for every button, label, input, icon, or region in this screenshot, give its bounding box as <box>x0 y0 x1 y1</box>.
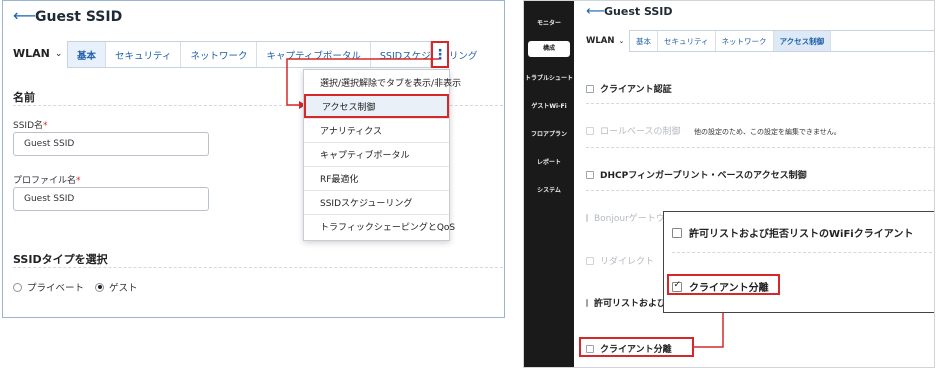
menu-item-analytics[interactable]: アナリティクス <box>304 118 449 142</box>
menu-item-captive-portal[interactable]: キャプティブポータル <box>304 142 449 166</box>
divider <box>672 252 932 253</box>
menu-label: RF最適化 <box>320 175 359 185</box>
menu-label: SSIDスケジューリング <box>320 199 413 209</box>
checkbox-checked-icon <box>672 280 682 292</box>
menu-item-rf-optimization[interactable]: RF最適化 <box>304 166 449 190</box>
zoom-callout: 許可リストおよび拒否リストのWiFiクライアント クライアント分離 <box>663 211 934 313</box>
menu-label: アクセス制御 <box>322 102 376 113</box>
zoom-option-allow-deny-list[interactable]: 許可リストおよび拒否リストのWiFiクライアント <box>672 225 913 240</box>
access-control-panel: モニター 構成 トラブルシュート ゲストWi-Fi フロアプラン レポート シス… <box>523 0 935 368</box>
menu-item-traffic-shaping[interactable]: トラフィックシェーピングとQoS <box>304 214 455 238</box>
tab-visibility-menu: 選択/選択解除でタブを表示/非表示 アクセス制御 アナリティクス キャプティブポ… <box>303 69 461 241</box>
ssid-settings-panel: ⟵ Guest SSID WLAN ⌄ 基本 セキュリティ ネットワーク キャプ… <box>2 0 505 318</box>
menu-label: トラフィックシェーピングとQoS <box>320 223 456 233</box>
menu-label: アナリティクス <box>320 127 383 137</box>
zoom-option-client-isolation[interactable]: クライアント分離 <box>672 279 769 294</box>
option-label: 許可リストおよび拒否リストのWiFiクライアント <box>689 229 914 240</box>
menu-label: 選択/選択解除でタブを表示/非表示 <box>320 78 462 89</box>
menu-label: キャプティブポータル <box>320 151 410 161</box>
checkbox-icon <box>672 227 682 238</box>
menu-item-ssid-scheduling[interactable]: SSIDスケジューリング <box>304 190 449 214</box>
menu-item-access-control[interactable]: アクセス制御 <box>304 94 449 118</box>
menu-item-toggle-tabs: 選択/選択解除でタブを表示/非表示 <box>304 70 461 94</box>
option-label: クライアント分離 <box>689 283 769 294</box>
